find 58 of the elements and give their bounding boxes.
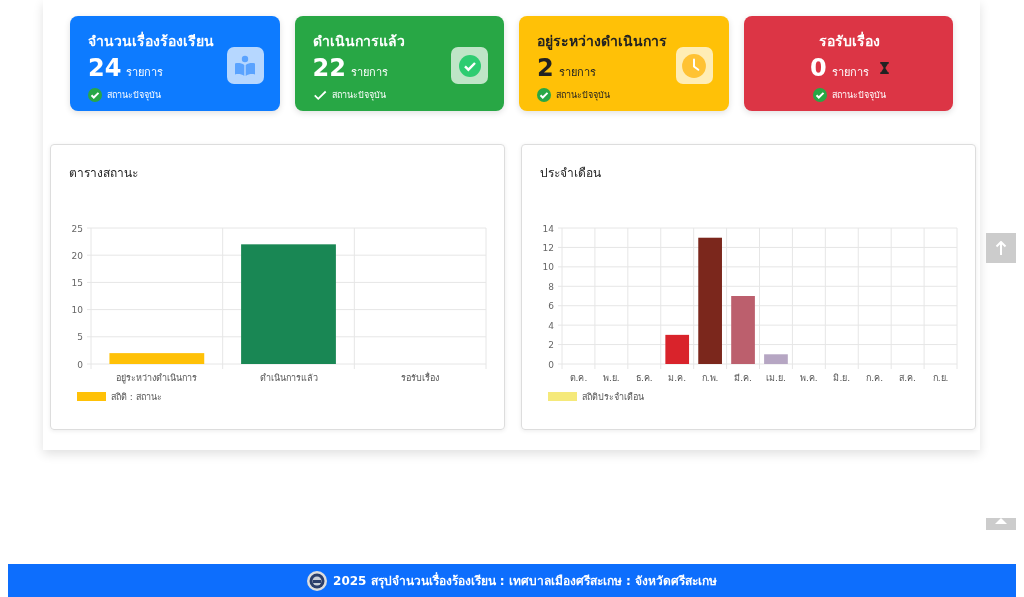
- axis-tick-label: 0: [548, 359, 554, 370]
- seal-icon: [307, 570, 328, 591]
- card-count: 22: [312, 53, 346, 82]
- card-title: อยู่ระหว่างดำเนินการ: [537, 31, 668, 52]
- card-status: สถานะปัจจุบัน: [331, 88, 386, 102]
- card-unit: รายการ: [350, 64, 388, 81]
- card-title: จำนวนเรื่องร้องเรียน: [88, 30, 215, 51]
- axis-tick-label: 0: [77, 359, 83, 370]
- axis-tick-label: 6: [548, 301, 554, 312]
- axis-tick-label: 15: [71, 277, 83, 288]
- axis-tick-label: 5: [77, 332, 83, 343]
- axis-tick-label: 25: [71, 223, 83, 234]
- axis-tick-label: 20: [71, 250, 83, 261]
- card-unit: รายการ: [558, 64, 596, 81]
- reader-icon: [226, 47, 264, 84]
- card-title: รอรับเรื่อง: [818, 30, 880, 51]
- card-count: 0: [809, 53, 827, 82]
- category-label: ก.พ.: [701, 373, 719, 383]
- footer-text: 2025 สรุปจำนวนเรื่องร้องเรียน : เทศบาลเมืองศรีสะเกษ : จังหวัดศรีสะเกษ: [333, 571, 717, 590]
- axis-tick-label: 8: [548, 281, 554, 292]
- category-label: ธ.ค.: [635, 373, 653, 383]
- card-unit: รายการ: [831, 64, 869, 81]
- card-count: 24: [88, 53, 122, 82]
- card-status: สถานะปัจจุบัน: [556, 88, 610, 102]
- chart-title: ประจำเดือน: [540, 165, 602, 182]
- scroll-top-button[interactable]: [986, 233, 1016, 263]
- scroll-top-button[interactable]: [986, 518, 1016, 530]
- axis-tick-label: 10: [71, 305, 83, 316]
- axis-tick-label: 2: [548, 340, 554, 351]
- category-label: มี.ค.: [734, 373, 752, 383]
- category-label: ต.ค.: [569, 373, 588, 383]
- category-label: ก.ย.: [932, 373, 949, 383]
- axis-tick-label: 4: [548, 320, 554, 331]
- legend-label: สถิติ : สถานะ: [111, 392, 162, 402]
- hourglass-icon: [879, 61, 889, 74]
- card-unit: รายการ: [126, 64, 164, 81]
- arrow-up-icon: [995, 241, 1007, 255]
- caret-up-icon: [995, 518, 1007, 524]
- axis-tick-label: 10: [542, 262, 554, 273]
- card-count: 2: [537, 53, 554, 82]
- category-label: อยู่ระหว่างดำเนินการ: [116, 373, 198, 383]
- axis-tick-label: 12: [542, 242, 554, 253]
- clock-icon: [675, 47, 713, 84]
- category-label: มิ.ย.: [833, 373, 851, 383]
- card-status: สถานะปัจจุบัน: [831, 88, 886, 102]
- category-label: ก.ค.: [866, 373, 884, 383]
- axis-tick-label: 14: [542, 223, 554, 234]
- chart-title: ตารางสถานะ: [69, 165, 139, 182]
- category-label: พ.ค.: [800, 373, 818, 383]
- category-label: ส.ค.: [899, 373, 916, 383]
- category-label: ม.ค.: [668, 373, 687, 383]
- category-label: พ.ย.: [603, 373, 620, 383]
- legend-label: สถิติประจำเดือน: [582, 392, 644, 402]
- card-title: ดำเนินการแล้ว: [312, 31, 406, 51]
- category-label: รอรับเรื่อง: [401, 373, 440, 383]
- category-label: เม.ย.: [766, 373, 786, 383]
- card-status: สถานะปัจจุบัน: [107, 88, 161, 102]
- category-label: ดำเนินการแล้ว: [259, 373, 318, 383]
